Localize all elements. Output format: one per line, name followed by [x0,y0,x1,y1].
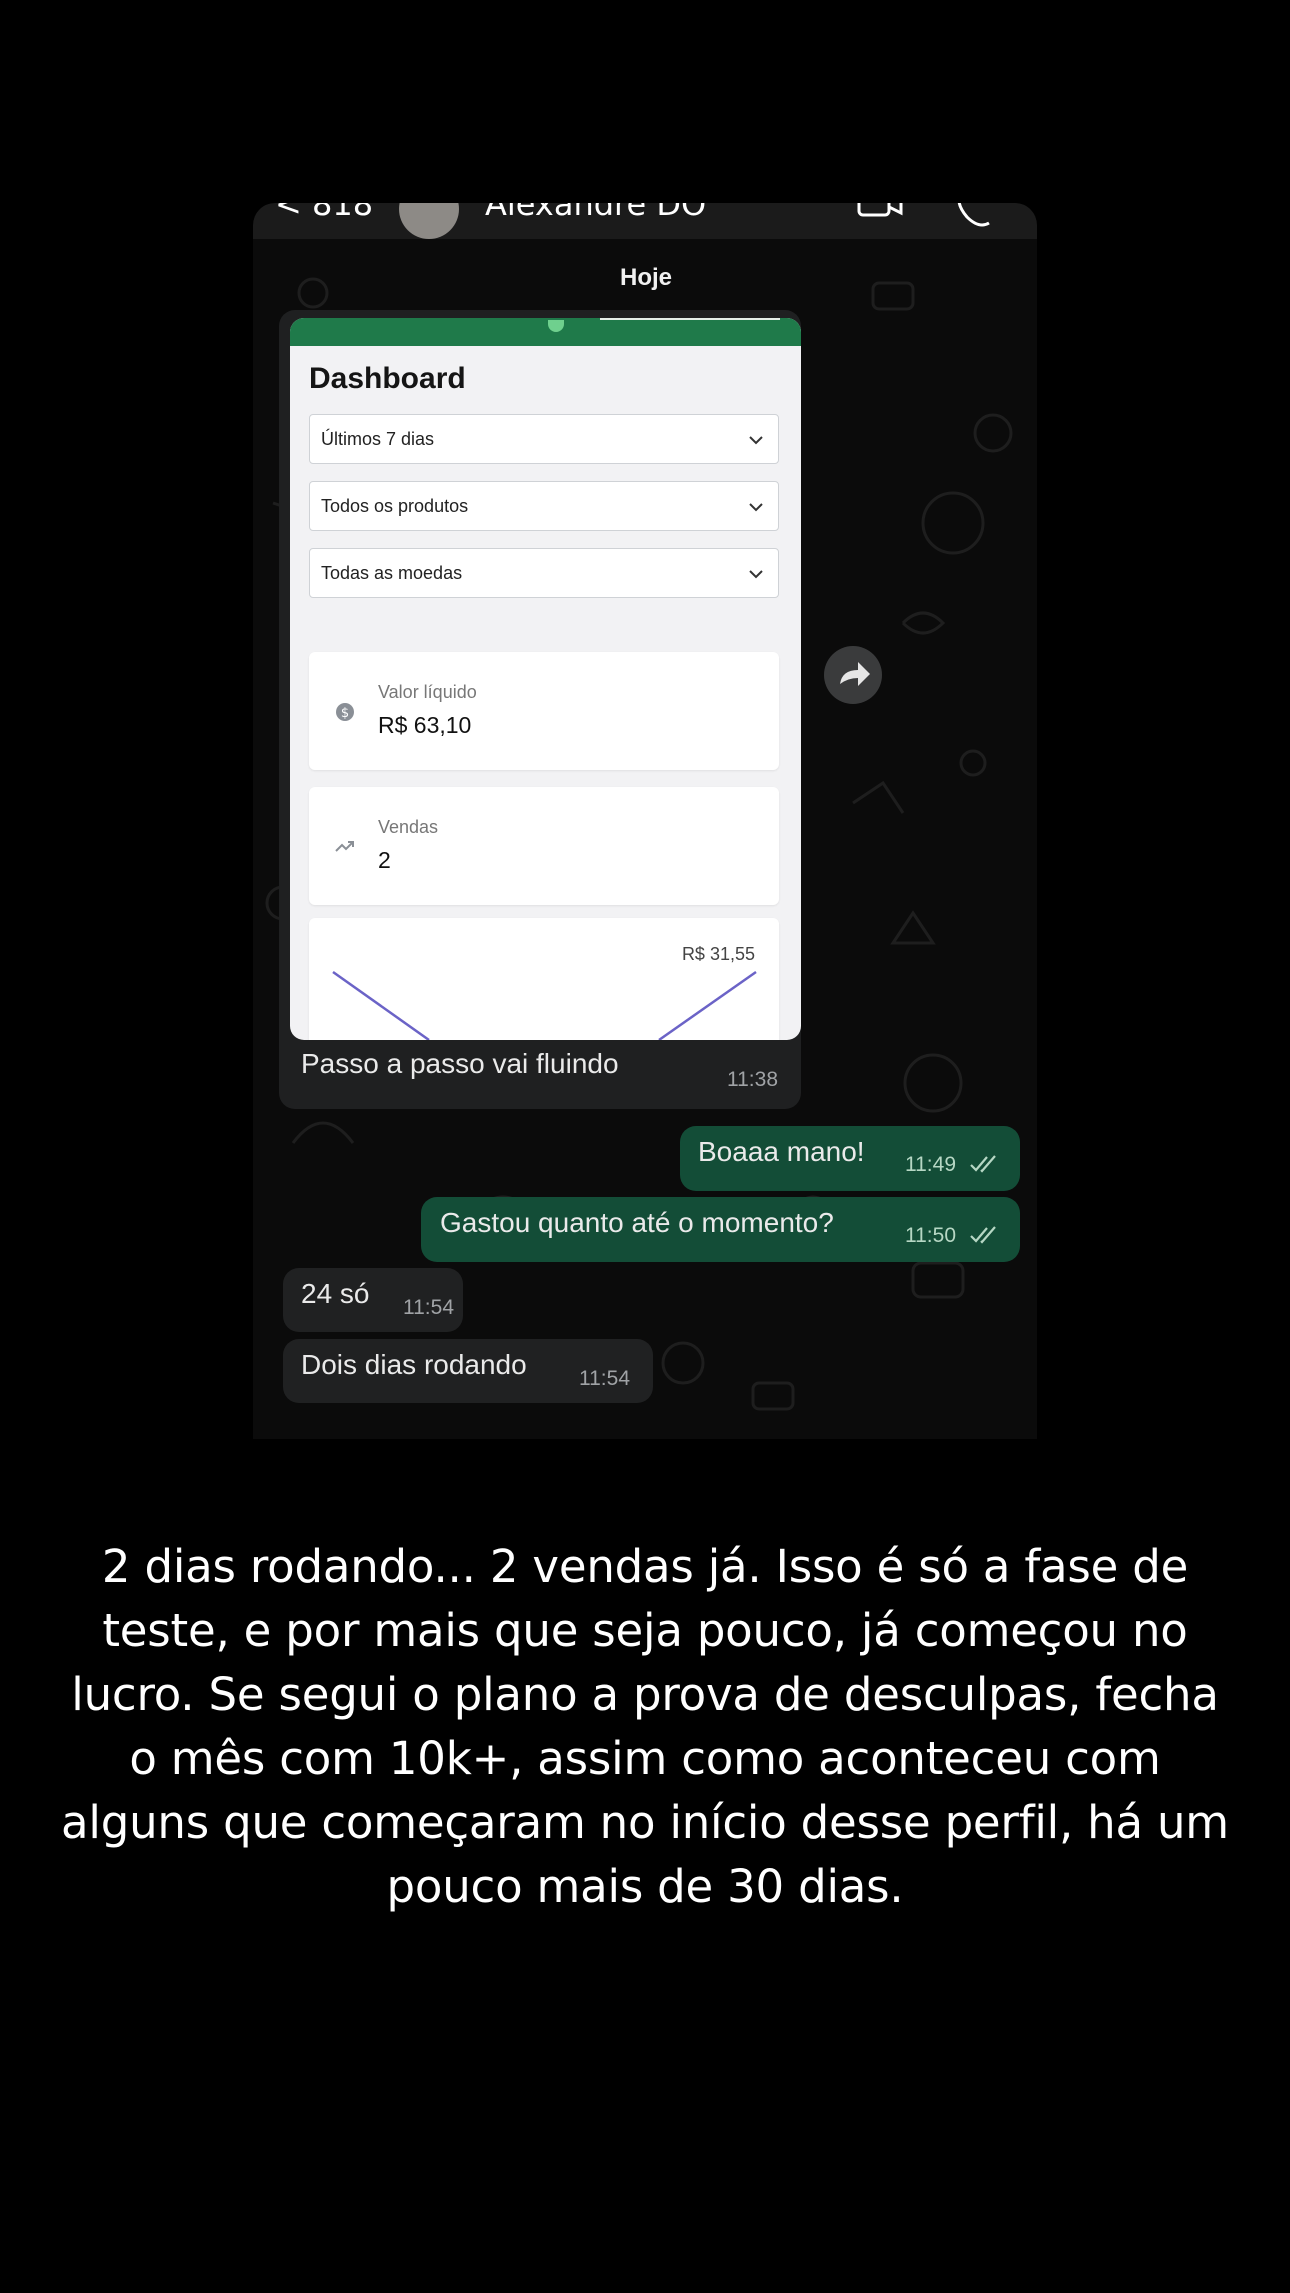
sales-chart-card: R$ 31,55 [309,918,779,1040]
forward-button[interactable] [824,646,882,704]
chart-line-left [332,970,430,1040]
date-separator: Hoje [619,264,672,291]
story-caption: 2 dias rodando... 2 vendas já. Isso é só… [61,1540,1229,1913]
message-time: 11:54 [403,1296,454,1319]
video-call-icon[interactable] [857,203,903,229]
dashboard-topbar [290,318,801,346]
message-time: 11:49 [905,1153,956,1176]
topbar-indicator [600,318,780,320]
message-time: 11:54 [579,1367,630,1390]
message-text: Dois dias rodando [301,1349,527,1380]
chat-screenshot: < 818 Alexandre DO Hoje Dashboard Último… [253,203,1037,1439]
back-button[interactable]: < 818 [275,203,373,223]
dollar-icon: $ [336,703,354,721]
message-text: Boaaa mano! [698,1136,865,1167]
phone-call-icon[interactable] [953,203,993,229]
chevron-down-icon [749,570,763,579]
dashboard-image[interactable]: Dashboard Últimos 7 dias Todos os produt… [290,318,801,1040]
sales-count: 2 [378,847,391,873]
currency-select-value: Todas as moedas [321,563,463,583]
double-check-icon [970,1155,996,1173]
period-select: Últimos 7 dias [309,414,779,464]
svg-text:$: $ [341,706,349,721]
chevron-down-icon [749,436,763,445]
trend-up-icon [335,841,354,852]
forward-icon [840,662,870,686]
chevron-down-icon [749,503,763,512]
chat-header: < 818 Alexandre DO [253,203,1037,239]
period-select-value: Últimos 7 dias [321,429,435,449]
message-text: 24 só [301,1278,370,1309]
currency-select: Todas as moedas [309,548,779,598]
net-value-label: Valor líquido [378,682,477,702]
message-time: 11:38 [727,1068,778,1091]
sales-chart [332,970,757,1040]
dashboard-title: Dashboard [309,362,466,395]
message-time: 11:50 [905,1224,956,1247]
net-value-amount: R$ 63,10 [378,712,472,738]
product-select-value: Todos os produtos [321,496,469,516]
status-dot-icon [548,320,564,332]
image-caption: Passo a passo vai fluindo [301,1048,619,1079]
chart-peak-label: R$ 31,55 [681,944,755,964]
avatar[interactable] [399,203,459,239]
product-select: Todos os produtos [309,481,779,531]
net-value-card: $ Valor líquido R$ 63,10 [309,652,779,770]
message-text: Gastou quanto até o momento? [440,1207,834,1238]
sales-card: Vendas 2 [309,787,779,905]
double-check-icon [970,1226,996,1244]
chart-line-right [658,970,757,1040]
contact-name[interactable]: Alexandre DO [485,203,706,223]
sales-label: Vendas [378,817,439,837]
